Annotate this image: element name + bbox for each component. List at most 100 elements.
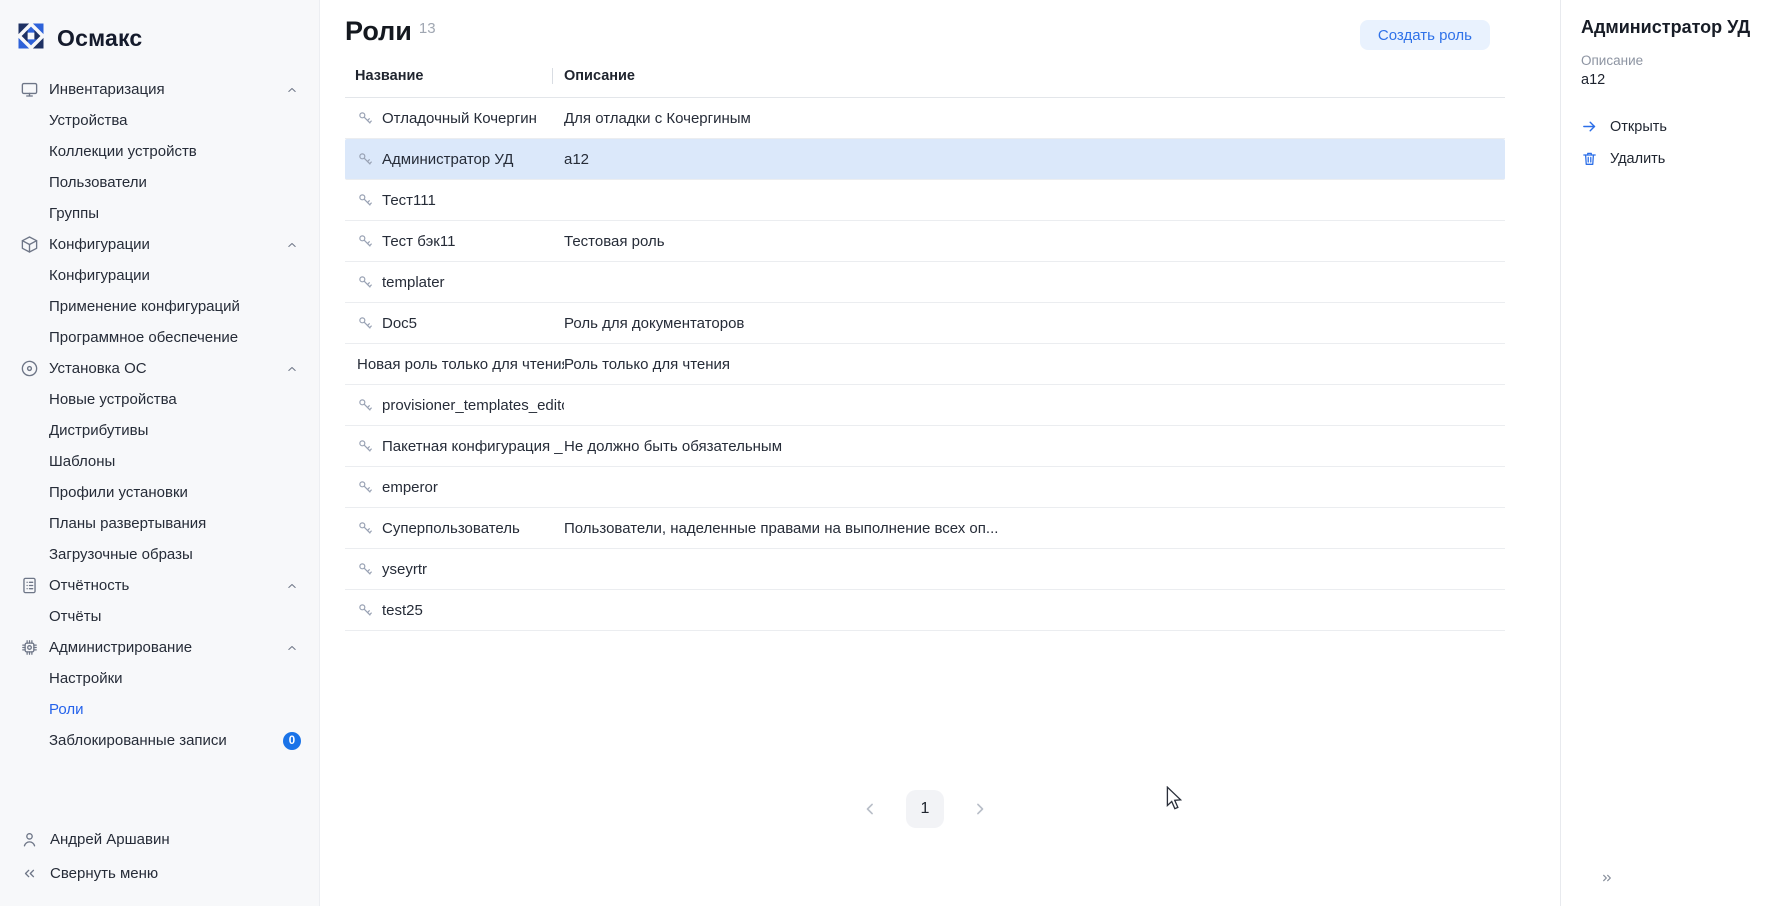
role-name-cell: Новая роль только для чтения — [345, 356, 564, 373]
key-icon — [357, 192, 373, 208]
key-icon — [357, 233, 373, 249]
sidebar-item[interactable]: Пользователи — [0, 167, 319, 198]
sidebar-item[interactable]: Заблокированные записи 0 — [0, 725, 319, 756]
role-name-cell: Тест бэк11 — [345, 233, 564, 250]
sidebar-item[interactable]: Применение конфигураций — [0, 291, 319, 322]
details-title: Администратор УД — [1581, 16, 1756, 38]
description-label: Описание — [1581, 53, 1756, 68]
role-description-cell: Не должно быть обязательным — [564, 438, 1505, 455]
table-row[interactable]: Новая роль только для чтения Роль только… — [345, 344, 1505, 385]
table-header-row: Название Описание — [345, 54, 1505, 98]
sidebar-section-0[interactable]: Инвентаризация — [0, 74, 319, 105]
key-icon — [357, 110, 373, 126]
sidebar-item[interactable]: Загрузочные образы — [0, 539, 319, 570]
sidebar-item[interactable]: Коллекции устройств — [0, 136, 319, 167]
sidebar-item[interactable]: Новые устройства — [0, 384, 319, 415]
table-body: Отладочный Кочергин Для отладки с Кочерг… — [345, 98, 1505, 631]
sidebar-item[interactable]: Устройства — [0, 105, 319, 136]
table-row[interactable]: Администратор УД a12 — [345, 139, 1505, 180]
role-name-cell: Администратор УД — [345, 151, 564, 168]
sidebar: Осмакс Инвентаризация Устройства Коллекц… — [0, 0, 320, 906]
sidebar-item[interactable]: Настройки — [0, 663, 319, 694]
sidebar-item[interactable]: Планы развертывания — [0, 508, 319, 539]
key-icon — [357, 561, 373, 577]
create-role-button[interactable]: Создать роль — [1360, 20, 1490, 50]
sidebar-item[interactable]: Группы — [0, 198, 319, 229]
table-row[interactable]: emperor — [345, 467, 1505, 508]
sidebar-section-1[interactable]: Конфигурации — [0, 229, 319, 260]
disc-icon — [20, 359, 39, 378]
sidebar-nav: Инвентаризация Устройства Коллекции устр… — [0, 74, 319, 822]
sidebar-section-4[interactable]: Администрирование — [0, 632, 319, 663]
chevron-right-icon[interactable] — [966, 795, 994, 823]
app-window: Осмакс Инвентаризация Устройства Коллекц… — [0, 0, 1770, 906]
sidebar-item[interactable]: Программное обеспечение — [0, 322, 319, 353]
sidebar-item[interactable]: Роли — [0, 694, 319, 725]
role-description-cell: Роль только для чтения — [564, 356, 1505, 373]
sidebar-item[interactable]: Дистрибутивы — [0, 415, 319, 446]
details-panel: Администратор УД Описание a12 Открыть Уд… — [1560, 0, 1770, 906]
chevron-left-icon[interactable] — [856, 795, 884, 823]
table-row[interactable]: yseyrtr — [345, 549, 1505, 590]
details-actions: Открыть Удалить — [1581, 118, 1756, 167]
chevron-up-icon — [285, 83, 299, 97]
open-role-action[interactable]: Открыть — [1581, 118, 1756, 135]
chevron-up-icon — [285, 362, 299, 376]
table-row[interactable]: Doc5 Роль для документаторов — [345, 303, 1505, 344]
user-menu[interactable]: Андрей Аршавин — [20, 822, 299, 856]
page-number[interactable]: 1 — [906, 790, 944, 828]
table-row[interactable]: Отладочный Кочергин Для отладки с Кочерг… — [345, 98, 1505, 139]
key-icon — [357, 479, 373, 495]
user-icon — [20, 830, 39, 849]
monitor-icon — [20, 80, 39, 99]
role-description-cell: Тестовая роль — [564, 233, 1505, 250]
role-description-cell: Роль для документаторов — [564, 315, 1505, 332]
chevron-up-icon — [285, 238, 299, 252]
description-value: a12 — [1581, 72, 1756, 88]
role-name-cell: emperor — [345, 479, 564, 496]
user-name: Андрей Аршавин — [50, 831, 170, 848]
table-row[interactable]: Тест111 — [345, 180, 1505, 221]
key-icon — [357, 274, 373, 290]
table-row[interactable]: templater — [345, 262, 1505, 303]
role-name-cell: Суперпользователь — [345, 520, 564, 537]
key-icon — [357, 151, 373, 167]
collapse-menu-label: Свернуть меню — [50, 865, 158, 882]
report-icon — [20, 576, 39, 595]
table-row[interactable]: provisioner_templates_editor — [345, 385, 1505, 426]
roles-count: 13 — [419, 20, 436, 37]
role-name-cell: Тест111 — [345, 192, 564, 209]
delete-role-action[interactable]: Удалить — [1581, 150, 1756, 167]
double-chevron-right-icon[interactable] — [1597, 868, 1617, 888]
role-description-cell: Пользователи, наделенные правами на выпо… — [564, 520, 1505, 537]
role-description-cell: a12 — [564, 151, 1505, 168]
sidebar-item[interactable]: Шаблоны — [0, 446, 319, 477]
collapse-menu-button[interactable]: Свернуть меню — [20, 856, 299, 890]
page-title: Роли13 — [345, 14, 436, 48]
brand-logo: Осмакс — [0, 20, 319, 56]
sidebar-item[interactable]: Профили установки — [0, 477, 319, 508]
column-header-description: Описание — [553, 68, 635, 84]
roles-table: Название Описание Отладочный Кочергин Дл… — [345, 54, 1505, 631]
sidebar-item[interactable]: Отчёты — [0, 601, 319, 632]
main-content: Роли13 Создать роль Название Описание От… — [320, 0, 1560, 906]
key-icon — [357, 602, 373, 618]
package-icon — [20, 235, 39, 254]
sidebar-section-3[interactable]: Отчётность — [0, 570, 319, 601]
delete-role-label: Удалить — [1610, 151, 1665, 167]
key-icon — [357, 520, 373, 536]
pagination: 1 — [345, 790, 1505, 828]
table-row[interactable]: Пакетная конфигурация _ 1 Не должно быть… — [345, 426, 1505, 467]
table-row[interactable]: Суперпользователь Пользователи, наделенн… — [345, 508, 1505, 549]
chevron-up-icon — [285, 579, 299, 593]
sidebar-section-2[interactable]: Установка ОС — [0, 353, 319, 384]
open-role-label: Открыть — [1610, 119, 1667, 135]
table-row[interactable]: Тест бэк11 Тестовая роль — [345, 221, 1505, 262]
table-row[interactable]: test25 — [345, 590, 1505, 631]
trash-icon — [1581, 150, 1598, 167]
key-icon — [357, 438, 373, 454]
chip-icon — [20, 638, 39, 657]
sidebar-item[interactable]: Конфигурации — [0, 260, 319, 291]
key-icon — [357, 397, 373, 413]
role-description-cell: Для отладки с Кочергиным — [564, 110, 1505, 127]
